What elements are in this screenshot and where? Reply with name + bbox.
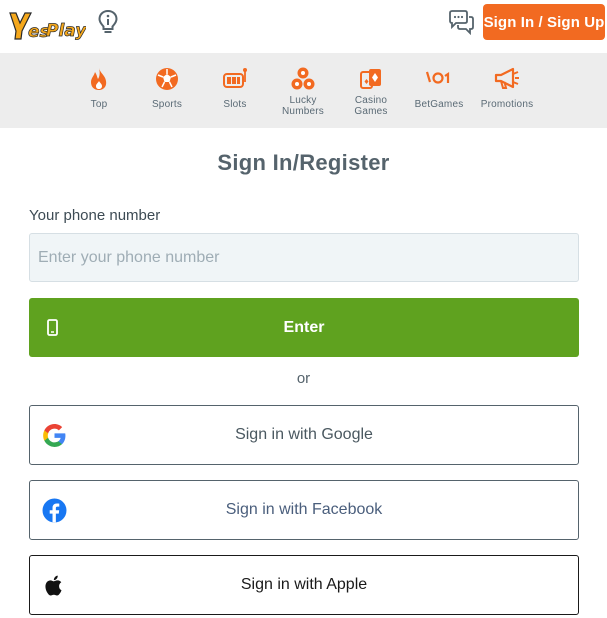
phone-number-label: Your phone number bbox=[29, 207, 161, 224]
yesplay-logo[interactable]: es Play bbox=[6, 5, 88, 43]
nav-label-sports: Sports bbox=[151, 99, 183, 110]
svg-text:Play: Play bbox=[46, 21, 86, 41]
chat-bubbles-icon[interactable] bbox=[447, 9, 475, 36]
nav-item-betgames[interactable]: BetGames bbox=[407, 65, 471, 125]
nav-label-slots: Slots bbox=[223, 99, 247, 110]
nav-item-slots[interactable]: Slots bbox=[203, 65, 267, 125]
apple-button-label: Sign in with Apple bbox=[240, 576, 368, 593]
nav-item-top[interactable]: Top bbox=[67, 65, 131, 125]
logo-graphic: es Play bbox=[9, 12, 88, 42]
enter-button-label: Enter bbox=[283, 318, 325, 336]
page-title: Sign In/Register bbox=[217, 150, 390, 175]
lottery-balls-icon bbox=[289, 65, 317, 93]
enter-button[interactable]: Enter bbox=[29, 298, 579, 357]
nav-label-lucky-numbers: Lucky Numbers bbox=[282, 95, 324, 117]
sign-in-facebook-button[interactable]: Sign in with Facebook bbox=[29, 480, 579, 540]
or-divider: or bbox=[296, 370, 311, 387]
nav-item-lucky-numbers[interactable]: Lucky Numbers bbox=[271, 65, 335, 125]
nav-item-casino-games[interactable]: Casino Games bbox=[339, 65, 403, 125]
megaphone-icon bbox=[493, 65, 521, 93]
header: es Play Sign In / Sign Up bbox=[0, 0, 607, 53]
nav-item-promotions[interactable]: Promotions bbox=[475, 65, 539, 125]
google-icon bbox=[42, 423, 67, 448]
nav-label-casino-games: Casino Games bbox=[354, 95, 388, 117]
mobile-phone-icon bbox=[47, 319, 58, 336]
apple-icon bbox=[42, 573, 67, 598]
facebook-button-label: Sign in with Facebook bbox=[225, 501, 383, 518]
sign-in-sign-up-button[interactable]: Sign In / Sign Up bbox=[483, 4, 605, 40]
nav-label-promotions: Promotions bbox=[480, 99, 534, 110]
phone-number-input[interactable] bbox=[29, 233, 579, 282]
nav-label-betgames: BetGames bbox=[414, 99, 464, 110]
sign-in-apple-button[interactable]: Sign in with Apple bbox=[29, 555, 579, 615]
facebook-icon bbox=[42, 498, 67, 523]
nav-item-sports[interactable]: Sports bbox=[135, 65, 199, 125]
betgames-icon bbox=[425, 65, 453, 93]
lightbulb-info-icon[interactable] bbox=[97, 9, 119, 35]
category-nav: Top Sports Slots Lucky Numbers Casino Ga… bbox=[0, 53, 607, 128]
playing-cards-icon bbox=[357, 65, 385, 93]
nav-label-top: Top bbox=[90, 99, 108, 110]
soccer-ball-icon bbox=[153, 65, 181, 93]
google-button-label: Sign in with Google bbox=[235, 426, 373, 443]
slot-machine-icon bbox=[221, 65, 249, 93]
fire-icon bbox=[85, 65, 113, 93]
sign-in-google-button[interactable]: Sign in with Google bbox=[29, 405, 579, 465]
